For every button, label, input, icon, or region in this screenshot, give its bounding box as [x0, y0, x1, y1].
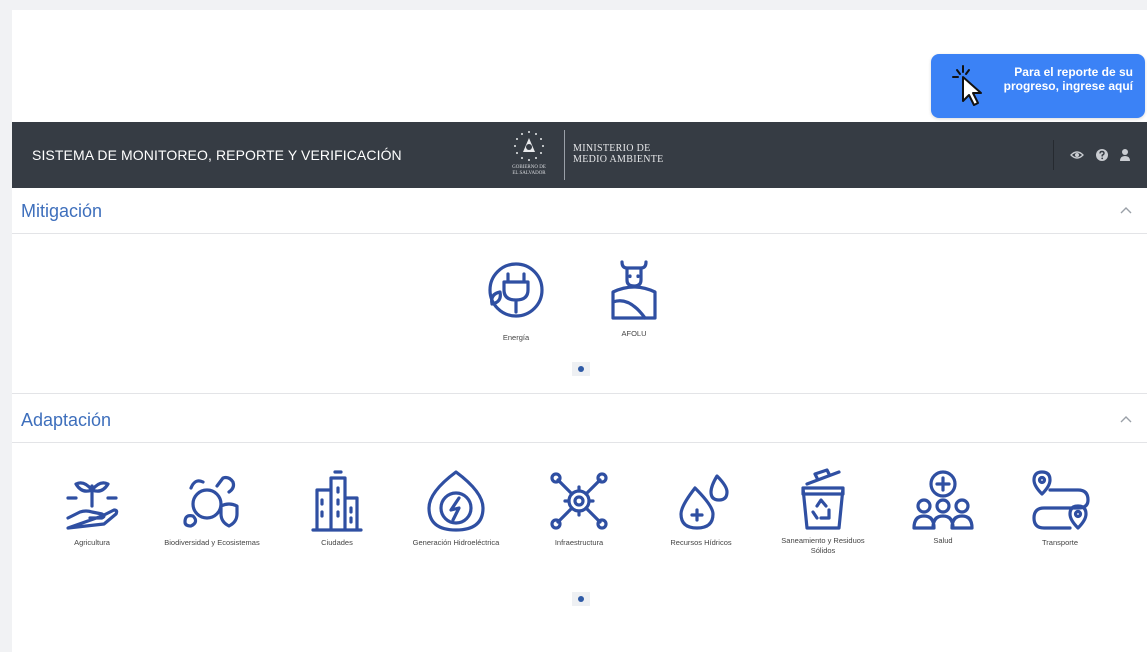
- header-divider: [564, 130, 565, 180]
- infrastructure-gear-icon: [550, 472, 608, 530]
- user-icon[interactable]: [1118, 148, 1132, 162]
- health-label: Salud: [933, 536, 953, 545]
- adaptation-panel: Agricultura Biodiversidad y Ecosistemas …: [12, 444, 1147, 620]
- click-cursor-icon: [952, 65, 982, 106]
- infrastructure-item[interactable]: Infraestructura: [539, 468, 619, 548]
- biodiversity-icon: [183, 475, 239, 528]
- sanitation-label: Saneamiento y Residuos Sólidos: [781, 536, 865, 555]
- header-icons-separator: [1053, 140, 1054, 170]
- agriculture-item[interactable]: Agricultura: [52, 470, 132, 548]
- energy-plug-icon: [488, 262, 544, 318]
- help-icon[interactable]: [1095, 148, 1109, 162]
- afolu-item[interactable]: AFOLU: [596, 256, 672, 339]
- report-progress-label: Para el reporte de su progreso, ingrese …: [1003, 65, 1133, 93]
- hydro-label: Generación Hidroeléctrica: [412, 538, 500, 547]
- page: Para el reporte de su progreso, ingrese …: [12, 10, 1147, 652]
- top-header: SISTEMA DE MONITOREO, REPORTE Y VERIFICA…: [12, 122, 1147, 188]
- transport-item[interactable]: Transporte: [1015, 468, 1105, 548]
- report-progress-button[interactable]: Para el reporte de su progreso, ingrese …: [931, 54, 1145, 118]
- mitigation-panel: Energía AFOLU: [12, 236, 1147, 394]
- health-people-icon: [912, 470, 974, 530]
- energy-label: Energía: [502, 333, 530, 342]
- agriculture-label: Agricultura: [74, 538, 110, 547]
- afolu-cow-field-icon: [611, 260, 657, 320]
- water-drops-icon: [679, 474, 729, 530]
- adaptation-carousel-dot[interactable]: [572, 592, 590, 606]
- health-item[interactable]: Salud: [903, 468, 983, 546]
- mitigation-carousel-dot[interactable]: [572, 362, 590, 376]
- system-title: SISTEMA DE MONITOREO, REPORTE Y VERIFICA…: [32, 147, 402, 163]
- ministry-name: MINISTERIO DE MEDIO AMBIENTE: [573, 143, 664, 165]
- mitigation-title: Mitigación: [21, 201, 103, 221]
- chevron-up-icon[interactable]: [1119, 205, 1133, 215]
- adaptation-title: Adaptación: [21, 410, 112, 430]
- mitigation-section-header[interactable]: Mitigación: [12, 188, 1147, 234]
- agriculture-plant-hand-icon: [66, 481, 119, 530]
- hydro-drop-energy-icon: [427, 470, 485, 532]
- adaptation-section-header[interactable]: Adaptación: [12, 397, 1147, 443]
- eye-icon[interactable]: [1070, 148, 1084, 162]
- transport-route-icon: [1032, 470, 1090, 530]
- cities-label: Ciudades: [321, 538, 353, 547]
- biodiversity-label: Biodiversidad y Ecosistemas: [164, 538, 260, 547]
- city-buildings-icon: [311, 470, 363, 532]
- infrastructure-label: Infraestructura: [554, 538, 604, 547]
- hydro-item[interactable]: Generación Hidroeléctrica: [401, 468, 511, 548]
- biodiversity-item[interactable]: Biodiversidad y Ecosistemas: [147, 470, 277, 548]
- gov-label: GOBIERNO DE EL SALVADOR: [512, 165, 546, 176]
- water-resources-label: Recursos Hídricos: [670, 538, 732, 547]
- water-resources-item[interactable]: Recursos Hídricos: [656, 470, 746, 548]
- recycle-bin-icon: [801, 468, 845, 530]
- sanitation-item[interactable]: Saneamiento y Residuos Sólidos: [768, 466, 878, 556]
- energy-item[interactable]: Energía: [478, 260, 554, 343]
- chevron-up-icon[interactable]: [1119, 414, 1133, 424]
- cities-item[interactable]: Ciudades: [302, 470, 372, 548]
- afolu-label: AFOLU: [621, 329, 647, 338]
- transport-label: Transporte: [1042, 538, 1078, 547]
